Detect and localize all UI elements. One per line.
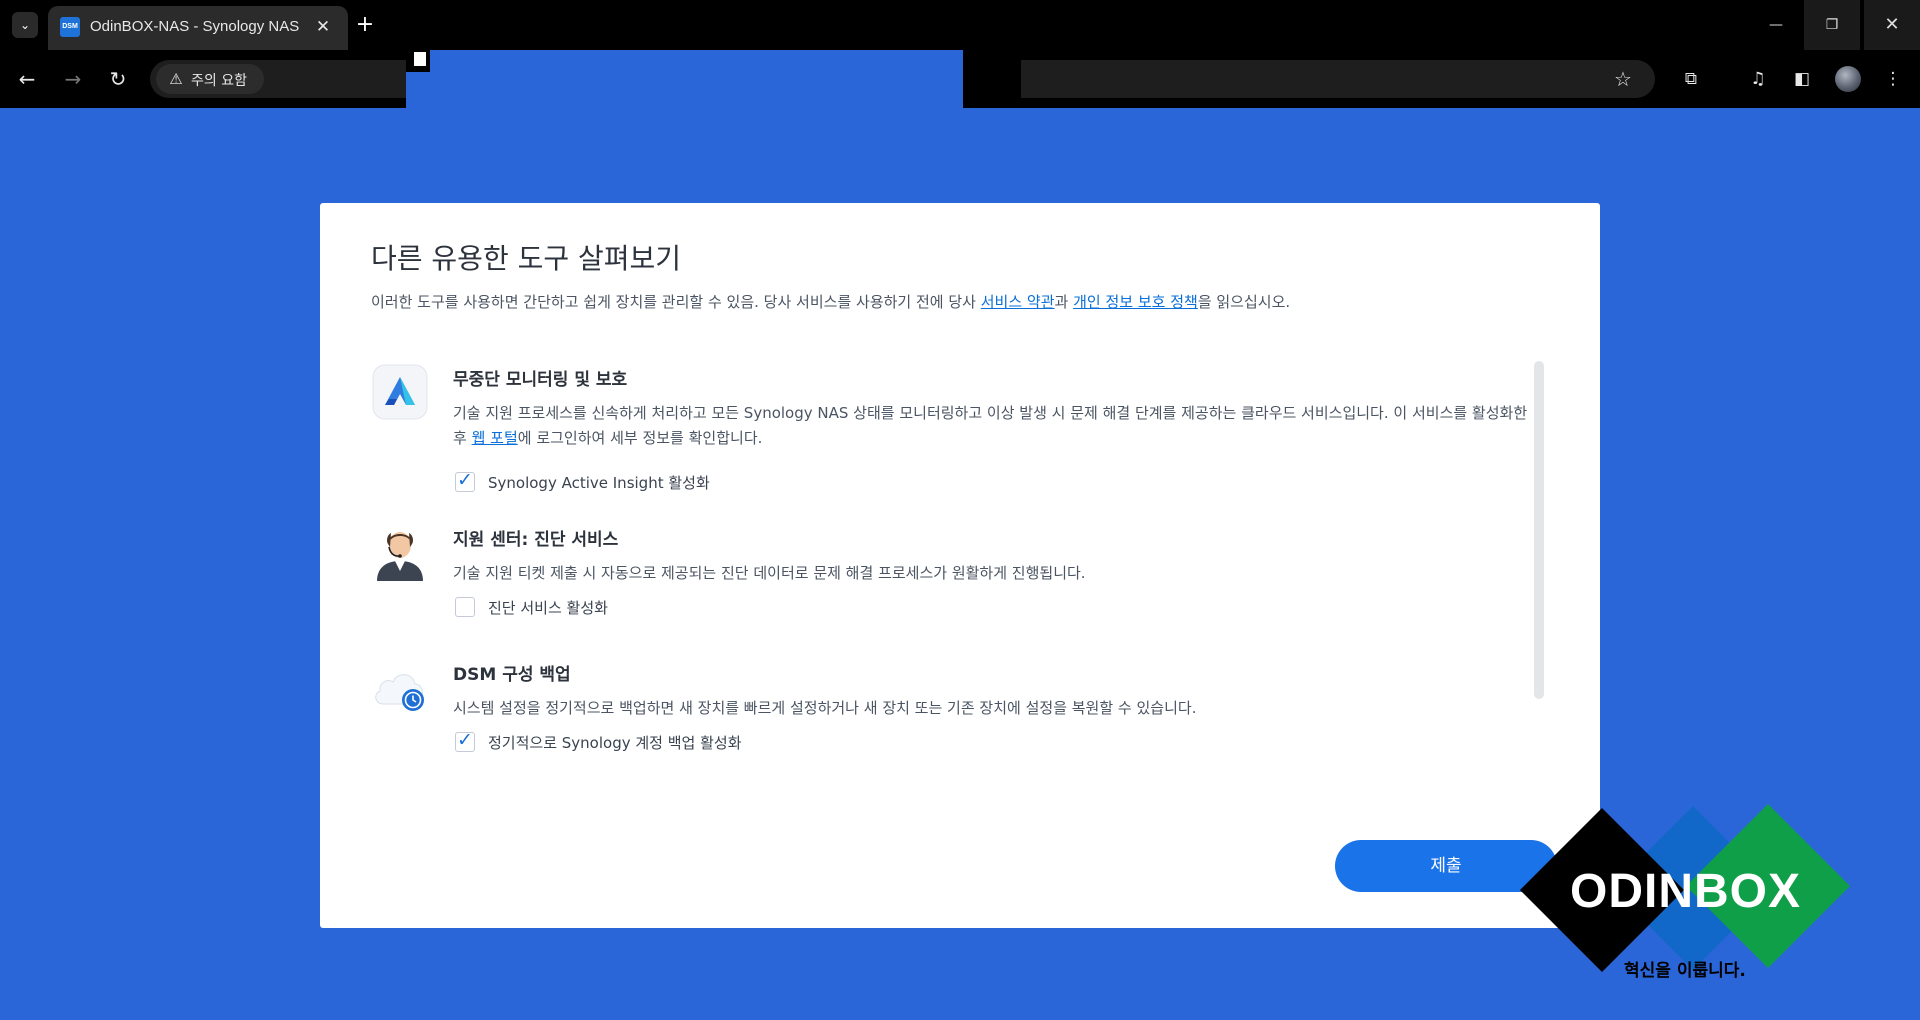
browser-tab[interactable]: DSM OdinBOX-NAS - Synology NAS ✕	[48, 6, 348, 50]
redacted-block	[963, 50, 1021, 108]
feature-title: 지원 센터: 진단 서비스	[453, 530, 619, 550]
check-icon: ✓	[457, 729, 473, 751]
feature-title: 무중단 모니터링 및 보호	[453, 370, 628, 390]
tools-dialog: 다른 유용한 도구 살펴보기 이러한 도구를 사용하면 간단하고 쉽게 장치를 …	[320, 203, 1600, 928]
tab-title: OdinBOX-NAS - Synology NAS	[90, 18, 300, 35]
desc-text: 과	[1054, 293, 1074, 311]
odinbox-watermark: ODINBOX 혁신을 이룹니다.	[1519, 803, 1851, 982]
profile-avatar[interactable]	[1835, 66, 1861, 92]
desc-text: 이러한 도구를 사용하면 간단하고 쉽게 장치를 관리할 수 있음. 당사 서비…	[371, 293, 981, 311]
diagnostics-checkbox-row[interactable]: 진단 서비스 활성화	[453, 596, 1153, 620]
star-icon[interactable]: ☆	[1608, 64, 1638, 94]
feature-text: 기술 지원 티켓 제출 시 자동으로 제공되는 진단 데이터로 문제 해결 프로…	[453, 564, 1086, 582]
feature-text-part: 에 로그인하여 세부 정보를 확인합니다.	[517, 429, 763, 447]
feature-title: DSM 구성 백업	[453, 665, 571, 685]
warning-icon: ⚠	[169, 70, 183, 88]
watermark-brand: ODINBOX	[1570, 865, 1802, 918]
checkbox-label: 정기적으로 Synology 계정 백업 활성화	[488, 734, 742, 752]
terms-link[interactable]: 서비스 약관	[981, 293, 1055, 311]
tab-list-icon[interactable]: ⌄	[12, 12, 38, 38]
reload-icon[interactable]: ↻	[103, 64, 133, 94]
menu-icon[interactable]: ⋮	[1878, 64, 1908, 94]
minimize-icon[interactable]: —	[1748, 0, 1804, 50]
dsm-favicon: DSM	[60, 17, 80, 37]
desc-text: 을 읽으십시오.	[1197, 293, 1291, 311]
back-icon[interactable]: ←	[12, 64, 42, 94]
support-agent-icon	[371, 523, 429, 581]
diagnostics-checkbox[interactable]	[455, 597, 475, 617]
redacted-url	[406, 50, 963, 108]
scrollbar[interactable]	[1534, 361, 1544, 699]
close-icon[interactable]: ✕	[310, 14, 336, 40]
security-label: 주의 요함	[191, 73, 247, 89]
side-panel-icon[interactable]: ◧	[1787, 64, 1817, 94]
checkbox-label: 진단 서비스 활성화	[488, 599, 608, 617]
config-backup-checkbox-row[interactable]: ✓ 정기적으로 Synology 계정 백업 활성화	[453, 729, 1153, 755]
tab-bar: ⌄ DSM OdinBOX-NAS - Synology NAS ✕ + — ❐…	[0, 0, 1920, 50]
web-portal-link[interactable]: 웹 포털	[472, 429, 518, 447]
extensions-icon[interactable]: ⧉	[1676, 64, 1706, 94]
dialog-title: 다른 유용한 도구 살펴보기	[371, 242, 682, 275]
feature-text: 시스템 설정을 정기적으로 백업하면 새 장치를 빠르게 설정하거나 새 장치 …	[453, 699, 1197, 717]
dialog-description: 이러한 도구를 사용하면 간단하고 쉽게 장치를 관리할 수 있음. 당사 서비…	[371, 291, 1551, 315]
watermark-slogan: 혁신을 이룹니다.	[1624, 961, 1746, 981]
active-insight-icon	[371, 363, 429, 421]
window-close-icon[interactable]: ✕	[1864, 0, 1920, 50]
redact-mark	[414, 52, 426, 66]
check-icon: ✓	[457, 469, 473, 491]
browser-toolbar: ← → ↻ ⚠ 주의 요함 ☆ ⧉ ♫ ◧ ⋮	[0, 48, 1920, 108]
privacy-link[interactable]: 개인 정보 보호 정책	[1073, 293, 1198, 311]
checkbox-label: Synology Active Insight 활성화	[488, 474, 710, 492]
restore-icon[interactable]: ❐	[1804, 0, 1860, 50]
cloud-backup-icon	[371, 658, 429, 716]
feature-text: 기술 지원 프로세스를 신속하게 처리하고 모든 Synology NAS 상태…	[453, 401, 1538, 451]
media-icon[interactable]: ♫	[1743, 64, 1773, 94]
new-tab-icon[interactable]: +	[350, 10, 380, 40]
forward-icon[interactable]: →	[58, 64, 88, 94]
security-chip[interactable]: ⚠ 주의 요함	[156, 64, 264, 94]
address-bar[interactable]: ⚠ 주의 요함	[150, 48, 1655, 108]
active-insight-checkbox-row[interactable]: ✓ Synology Active Insight 활성화	[453, 469, 1153, 495]
